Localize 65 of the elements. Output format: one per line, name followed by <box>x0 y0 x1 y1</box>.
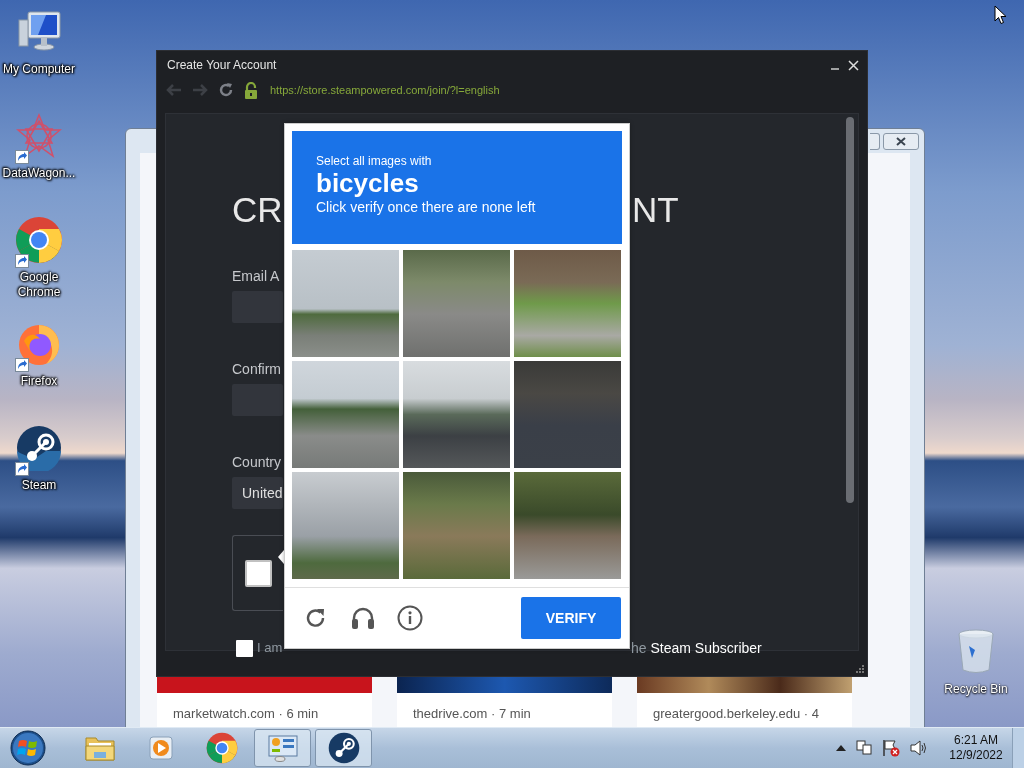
agreement-checkbox[interactable] <box>236 639 253 657</box>
captcha-tile[interactable] <box>403 361 510 469</box>
mouse-pointer-icon <box>994 5 1007 25</box>
steam-icon <box>327 732 360 764</box>
steam-icon[interactable] <box>16 425 62 471</box>
news-card[interactable]: greatergood.berkeley.edu · 4 <box>637 677 852 727</box>
captcha-tile[interactable] <box>292 361 399 469</box>
captcha-tile[interactable] <box>514 472 621 580</box>
recaptcha-checkbox[interactable] <box>245 559 272 587</box>
captcha-tile[interactable] <box>292 472 399 580</box>
news-source: thedrive.com · 7 min <box>412 706 532 721</box>
field-label: Country <box>232 453 283 471</box>
reload-button[interactable] <box>218 82 234 98</box>
steam-taskbar-button[interactable] <box>315 729 372 767</box>
control-taskbar-button[interactable] <box>254 729 311 767</box>
page-heading: NT <box>632 190 679 230</box>
resize-grip-icon[interactable] <box>856 665 864 673</box>
country-select[interactable]: United <box>232 477 283 509</box>
field-label: Confirm <box>232 360 282 378</box>
captcha-tile[interactable] <box>514 250 621 358</box>
clock[interactable]: 6:21 AM 12/9/2022 <box>948 733 1004 763</box>
news-card[interactable]: thedrive.com · 7 min <box>397 677 612 727</box>
media-icon <box>146 734 175 762</box>
captcha-tile[interactable] <box>403 472 510 580</box>
window-title: Create Your Account <box>167 57 277 74</box>
lock-icon <box>244 81 258 99</box>
page-heading: CR <box>232 190 283 230</box>
maximize-button[interactable] <box>870 132 880 150</box>
text-input-field[interactable] <box>232 384 283 416</box>
clock-time: 6:21 AM <box>954 733 998 748</box>
captcha-tile[interactable] <box>403 250 510 358</box>
text-input-field[interactable] <box>232 291 283 323</box>
agreement-text: I am <box>257 639 283 658</box>
computer-icon[interactable] <box>16 10 62 54</box>
desktop-icon-label[interactable]: Steam <box>0 478 78 493</box>
agreement-text: he Steam Subscriber <box>631 638 762 658</box>
desktop-icon-label[interactable]: My Computer <box>0 62 78 77</box>
show-hidden-icons-button[interactable] <box>836 745 846 751</box>
captcha-tile[interactable] <box>514 361 621 469</box>
captcha-instruction: Click verify once there are none left <box>316 198 537 216</box>
control-icon <box>267 734 298 762</box>
captcha-target: bicycles <box>316 168 420 198</box>
clock-date: 12/9/2022 <box>949 748 1003 763</box>
news-source: greatergood.berkeley.edu · 4 <box>652 706 820 721</box>
headphones-icon[interactable] <box>350 605 376 632</box>
verify-button[interactable]: VERIFY <box>521 597 621 640</box>
url-text[interactable]: https://store.steampowered.com/join/?l=english <box>270 81 500 99</box>
chrome-icon <box>205 732 238 764</box>
volume-icon[interactable] <box>910 740 928 756</box>
field-label: Email A <box>232 267 281 285</box>
close-button[interactable] <box>883 132 919 150</box>
close-icon <box>896 136 906 146</box>
news-card[interactable]: marketwatch.com · 6 min <box>157 677 372 727</box>
captcha-tile[interactable] <box>292 250 399 358</box>
show-desktop-button[interactable] <box>1012 727 1024 768</box>
network-icon[interactable] <box>856 740 872 756</box>
news-source: marketwatch.com · 6 min <box>172 706 320 721</box>
chrome-icon[interactable] <box>15 216 63 264</box>
datawagon-icon[interactable] <box>16 113 62 159</box>
scrollbar-thumb[interactable] <box>846 117 854 503</box>
info-icon[interactable] <box>397 605 423 632</box>
captcha-prompt: Select all images with <box>316 154 433 168</box>
start-button[interactable] <box>10 730 46 766</box>
explorer-icon <box>83 734 116 762</box>
action-center-flag-icon[interactable] <box>882 739 900 757</box>
